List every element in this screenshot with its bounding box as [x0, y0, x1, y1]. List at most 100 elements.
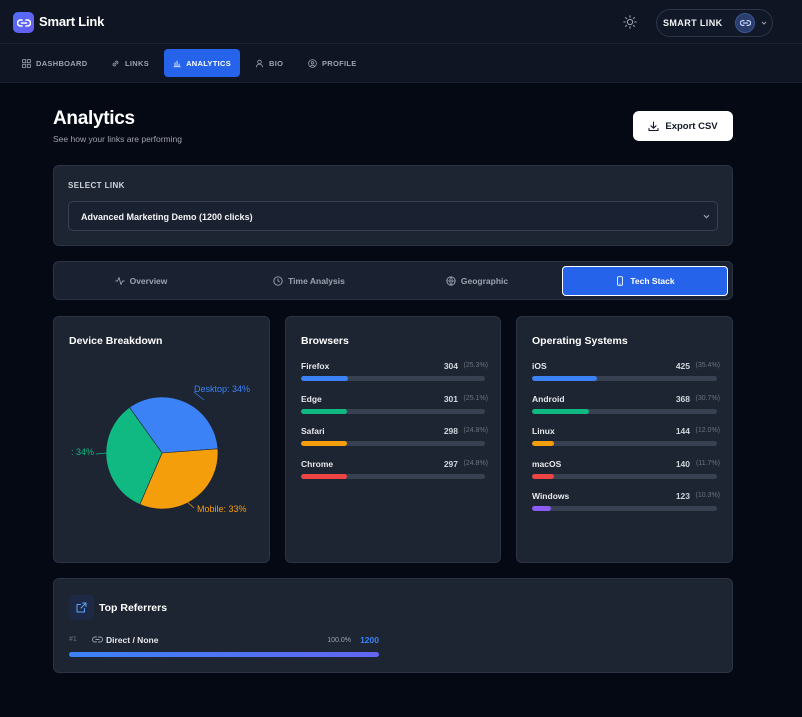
browsers-row-name: Firefox	[301, 361, 330, 371]
os-row-count: 140	[675, 458, 690, 469]
chevron-down-icon	[761, 21, 767, 25]
browsers-row-name: Edge	[301, 393, 322, 404]
activity-icon	[115, 277, 125, 285]
select-link-label: SELECT LINK	[68, 181, 125, 190]
browsers-row-percent: (24.8%)	[463, 427, 488, 434]
top-referrers-title: Top Referrers	[99, 602, 168, 614]
globe-icon	[446, 276, 456, 286]
os-row-name: Android	[532, 393, 565, 404]
browsers-card: Browsers Firefox 304 (25.3%) Edge 301 (25.1%)…	[285, 316, 501, 563]
tab-label: Tech Stack	[630, 276, 675, 286]
os-row-progress-track	[532, 408, 717, 414]
os-card: Operating Systems iOS 425 (35.4%) Android 36…	[516, 316, 733, 563]
tab-label: Overview	[129, 276, 168, 286]
browsers-row-name: Chrome	[301, 458, 334, 469]
user-circle-icon	[308, 58, 317, 68]
theme-toggle-sun-icon[interactable]	[623, 15, 637, 29]
external-link-icon	[69, 595, 94, 620]
os-row-percent: (12.0%)	[695, 427, 720, 434]
browsers-row-count: 297	[443, 458, 458, 469]
nav-label: ANALYTICS	[186, 58, 231, 68]
nav-label: DASHBOARD	[36, 58, 88, 68]
os-row-percent: (11.7%)	[696, 459, 720, 467]
link-icon	[92, 636, 103, 643]
device-breakdown-title: Device Breakdown	[69, 335, 163, 347]
analytics-tabs: Overview Time Analysis Geographic Tech S…	[53, 261, 733, 300]
browsers-row-progress-fill	[301, 376, 348, 381]
tab-geographic[interactable]: Geographic	[394, 266, 560, 296]
device-pie-chart: Desktop: 34% Mobile: 33%: 34%	[71, 384, 250, 514]
tab-time-analysis[interactable]: Time Analysis	[226, 266, 392, 296]
referrer-percent: 100.0%	[327, 637, 351, 644]
brand-name[interactable]: Smart Link	[39, 14, 104, 29]
account-name: SMART LINK	[663, 18, 723, 28]
page-subtitle: See how your links are performing	[53, 134, 182, 144]
nav-analytics[interactable]: ANALYTICS	[164, 49, 240, 77]
device-breakdown-card: Device Breakdown Desktop: 34% Mobile: 33%…	[53, 316, 270, 563]
download-icon	[648, 120, 659, 131]
link-icon	[112, 60, 119, 66]
browsers-row-progress-track	[301, 376, 485, 381]
os-row-progress-fill	[532, 376, 598, 381]
page-title: Analytics	[53, 108, 135, 129]
tab-label: Time Analysis	[288, 276, 345, 286]
os-row-percent: (35.4%)	[695, 362, 720, 369]
os-row-count: 425	[675, 361, 690, 371]
tab-overview[interactable]: Overview	[58, 266, 224, 296]
grid-icon	[22, 58, 31, 68]
select-link-card: SELECT LINK Advanced Marketing Demo (120…	[53, 165, 733, 246]
clock-icon	[273, 276, 283, 286]
nav-label: BIO	[269, 58, 284, 68]
avatar	[735, 13, 755, 33]
os-row-progress-fill	[532, 408, 589, 414]
export-label: Export CSV	[665, 120, 718, 132]
nav-profile[interactable]: PROFILE	[299, 49, 366, 77]
browsers-row-count: 301	[443, 393, 458, 404]
browsers-row-percent: (25.3%)	[463, 362, 488, 369]
browsers-row-progress-track	[301, 441, 485, 446]
browsers-row-count: 304	[443, 361, 458, 371]
main-nav: DASHBOARD LINKS ANALYTICS BIO PROFILE	[0, 44, 802, 83]
user-icon	[255, 59, 264, 67]
browsers-row-percent: (24.8%)	[463, 459, 488, 467]
os-row-progress-track	[532, 376, 717, 381]
nav-label: LINKS	[125, 58, 149, 68]
os-row-progress-track	[532, 441, 717, 446]
top-bar: Smart Link SMART LINK	[0, 0, 802, 44]
os-row-name: iOS	[532, 361, 547, 371]
pie-slice-label: Desktop: 34%	[194, 384, 250, 394]
referrer-count: 1200	[360, 635, 379, 645]
os-row-progress-track	[532, 506, 717, 511]
os-row-count: 144	[675, 426, 690, 436]
tab-tech-stack[interactable]: Tech Stack	[562, 266, 728, 296]
browsers-row-progress-track	[301, 408, 485, 414]
browsers-row-progress-track	[301, 473, 485, 479]
browsers-title: Browsers	[301, 335, 349, 347]
referrer-progress-fill	[69, 652, 379, 657]
nav-dashboard[interactable]: DASHBOARD	[13, 49, 96, 77]
pie-label-leader	[95, 452, 108, 455]
browsers-row-name: Safari	[301, 426, 325, 436]
export-csv-button[interactable]: Export CSV	[633, 111, 733, 141]
bar-chart-icon	[173, 60, 181, 67]
browsers-row-progress-fill	[301, 473, 347, 479]
smartphone-icon	[617, 276, 624, 286]
pie-slice-label: : 34%	[71, 447, 94, 457]
os-row-count: 368	[675, 393, 690, 404]
os-row-count: 123	[675, 491, 690, 501]
os-row-name: Linux	[532, 426, 555, 436]
nav-links[interactable]: LINKS	[102, 49, 158, 77]
os-title: Operating Systems	[532, 335, 628, 347]
os-row-progress-fill	[532, 441, 555, 446]
browsers-row-count: 298	[443, 426, 458, 436]
browsers-row-progress-fill	[301, 441, 347, 446]
link-select-dropdown[interactable]: Advanced Marketing Demo (1200 clicks)	[68, 201, 718, 231]
nav-bio[interactable]: BIO	[246, 49, 292, 77]
os-row-progress-track	[532, 473, 717, 479]
referrer-name: Direct / None	[106, 635, 159, 645]
account-menu-button[interactable]: SMART LINK	[656, 9, 773, 37]
top-referrers-card: Top Referrers #1 Direct / None 100.0% 12…	[53, 578, 733, 673]
referrer-rank: #1	[69, 636, 77, 643]
referrer-progress-track	[69, 652, 379, 657]
logo-icon[interactable]	[13, 12, 34, 33]
